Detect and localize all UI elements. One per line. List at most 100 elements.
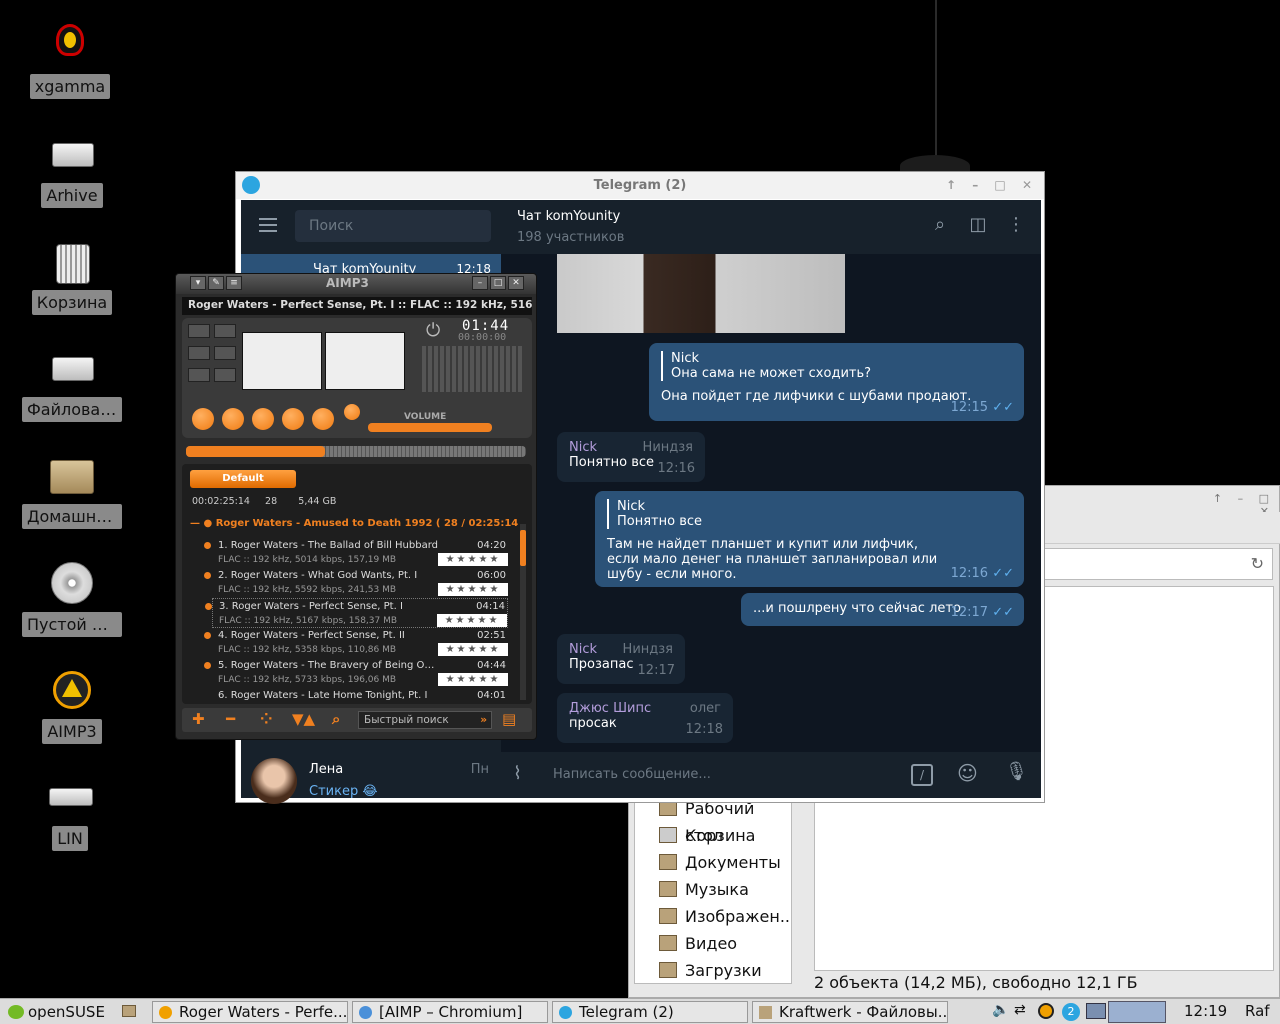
repeat-button[interactable] (188, 368, 210, 382)
add-icon[interactable]: ✚ (192, 710, 205, 728)
desktop-icon-arhive[interactable]: Arhive (17, 131, 127, 212)
playlist-scrollbar[interactable] (520, 524, 526, 700)
chat-header[interactable]: Чат komYounity 198 участников ⌕ ◫ ⋮ (501, 200, 1041, 254)
options-button[interactable]: ≡ (226, 276, 242, 290)
sidebar-item-music[interactable]: Музыка (635, 876, 791, 903)
play-button[interactable] (192, 408, 214, 430)
pause-button[interactable] (222, 408, 244, 430)
menu-icon[interactable] (259, 218, 277, 232)
close-button[interactable]: ✕ (508, 276, 524, 290)
playlist-file-icon[interactable]: ▤ (502, 710, 516, 728)
desktop-icon-home[interactable]: Домашни... (17, 452, 127, 533)
rating-stars[interactable]: ★★★★★ (438, 583, 508, 596)
search-input[interactable]: Поиск (295, 210, 491, 242)
commands-icon[interactable]: / (911, 764, 933, 786)
search-icon[interactable]: ⌕ (332, 710, 340, 728)
playlist-button[interactable] (188, 346, 210, 360)
aimp-tray-icon[interactable] (1038, 1003, 1054, 1019)
search-go-icon[interactable]: » (480, 712, 487, 728)
display-icon[interactable] (1086, 1003, 1106, 1019)
taskbar-item-file-manager[interactable]: Kraftwerk - Файловы... (752, 1001, 948, 1023)
taskbar-item-aimp[interactable]: Roger Waters - Perfe... (152, 1001, 348, 1023)
sort-icon[interactable]: ▼▲ (292, 710, 315, 728)
window-titlebar[interactable]: Telegram (2) ↑ – □ ✕ (236, 172, 1044, 199)
desktop-icon-filesystem[interactable]: Файловая ... (17, 345, 127, 426)
message-input[interactable]: Написать сообщение... (553, 767, 711, 782)
window-controls[interactable]: ↑ – □ ✕ (946, 172, 1038, 199)
playlist-row[interactable]: 2. Roger Waters - What God Wants, Pt. I0… (204, 568, 508, 598)
playlist-row-current[interactable]: 3. Roger Waters - Perfect Sense, Pt. I 04… (205, 598, 508, 628)
message-bubble[interactable]: Nick Понятно все Там не найдет планшет и … (595, 491, 1024, 587)
select-icon[interactable]: ⁘ (260, 710, 273, 728)
playlist-row[interactable]: 5. Roger Waters - The Bravery of Being O… (204, 658, 508, 688)
search-icon[interactable]: ⌕ (929, 214, 951, 236)
message-bubble[interactable]: Nick Ниндзя Прозапас 12:17 (557, 634, 685, 684)
effects-button[interactable] (214, 346, 236, 360)
sidebar-item-documents[interactable]: Документы (635, 849, 791, 876)
sidebar-item-pictures[interactable]: Изображен... (635, 903, 791, 930)
playlist-row[interactable]: 1. Roger Waters - The Ballad of Bill Hub… (204, 538, 508, 568)
desktop-icon-trash[interactable]: Корзина (17, 238, 127, 319)
clock[interactable]: 12:19 (1184, 1002, 1227, 1020)
message-bubble[interactable]: Джюс Шипс олег просак 12:18 (557, 693, 733, 743)
rating-stars[interactable]: ★★★★★ (438, 673, 508, 686)
previous-button[interactable] (282, 408, 304, 430)
desktop-icon-aimp3[interactable]: AIMP3 (17, 667, 127, 748)
taskbar-item-chromium[interactable]: [AIMP – Chromium] (352, 1001, 548, 1023)
microphone-icon[interactable]: 🎙 (1005, 761, 1028, 782)
menu-button[interactable]: ▾ (190, 276, 206, 290)
media-photo[interactable] (557, 254, 845, 333)
playlist-group[interactable]: — ● Roger Waters - Amused to Death 1992 … (190, 518, 518, 529)
message-bubble[interactable]: Nick Она сама не может сходить? Она пойде… (649, 343, 1024, 421)
file-manager-launcher-icon[interactable] (122, 1005, 136, 1017)
workspace-switcher[interactable] (1108, 1001, 1166, 1023)
sidebar-item-downloads[interactable]: Загрузки (635, 957, 791, 983)
chat-item-lena[interactable]: Лена Пн Стикер 😂 (241, 750, 501, 804)
sidebar-item-trash[interactable]: Корзина (635, 822, 791, 849)
sidebar-item-videos[interactable]: Видео (635, 930, 791, 957)
power-icon[interactable]: ⏻ (426, 320, 440, 341)
taskbar-item-telegram[interactable]: Telegram (2) (552, 1001, 748, 1023)
address-bar[interactable]: ↻ (1039, 548, 1273, 580)
desktop-icon-lin[interactable]: LIN (15, 774, 125, 855)
attach-icon[interactable]: ⌇ (513, 763, 522, 784)
notification-badge[interactable]: 2 (1062, 1003, 1080, 1021)
start-menu-button[interactable]: openSUSE (4, 1002, 105, 1022)
eject-button[interactable] (344, 404, 360, 420)
reload-icon[interactable]: ↻ (1251, 554, 1264, 573)
volume-icon[interactable]: 🔈 (992, 1002, 1009, 1018)
desktop-icon-disc[interactable]: Пустой Ди... (17, 560, 127, 641)
sidebar-toggle-icon[interactable]: ◫ (967, 214, 989, 236)
emoji-icon[interactable]: ☺ (957, 761, 978, 785)
reply-quote[interactable]: Nick Понятно все (607, 499, 1012, 529)
remove-icon[interactable]: ━ (226, 710, 235, 728)
minimize-button[interactable]: – (472, 276, 488, 290)
network-icon[interactable]: ⇄ (1014, 1002, 1026, 1018)
shade-button[interactable]: □ (490, 276, 506, 290)
stop-button[interactable] (252, 408, 274, 430)
user-name[interactable]: Raf (1245, 1002, 1270, 1020)
eq-mode-button[interactable] (188, 324, 210, 338)
next-button[interactable] (312, 408, 334, 430)
playlist-tab[interactable]: Default (190, 470, 296, 488)
taskbar: openSUSE Roger Waters - Perfe... [AIMP –… (0, 998, 1280, 1024)
mono-button[interactable] (214, 324, 236, 338)
equalizer-button[interactable] (214, 368, 236, 382)
more-icon[interactable]: ⋮ (1005, 214, 1027, 236)
playlist-row[interactable]: 6. Roger Waters - Late Home Tonight, Pt.… (212, 688, 508, 704)
message-bubble[interactable]: Nick Ниндзя Понятно все 12:16 (557, 432, 705, 482)
playlist-row[interactable]: 4. Roger Waters - Perfect Sense, Pt. II 0… (204, 628, 508, 658)
volume-slider[interactable] (368, 423, 492, 432)
folder-icon (659, 935, 677, 951)
message-bubble[interactable]: ...и пошлрену что сейчас лето 12:17 ✓✓ (741, 593, 1024, 626)
rating-stars[interactable]: ★★★★★ (438, 643, 508, 656)
rating-stars[interactable]: ★★★★★ (437, 614, 507, 627)
quick-search-input[interactable]: Быстрый поиск» (358, 711, 492, 729)
settings-button[interactable]: ✎ (208, 276, 224, 290)
rating-stars[interactable]: ★★★★★ (438, 553, 508, 566)
window-controls[interactable]: ↑ – □ ✕ (1199, 486, 1279, 518)
aimp-window[interactable]: ▾ ✎ ≡ AIMP3 – □ ✕ Roger Waters - Perfect… (175, 273, 537, 740)
desktop-icon-xgamma[interactable]: xgamma (15, 22, 125, 103)
reply-quote[interactable]: Nick Она сама не может сходить? (661, 351, 1012, 381)
aimp-titlebar[interactable]: ▾ ✎ ≡ AIMP3 – □ ✕ (176, 274, 536, 294)
